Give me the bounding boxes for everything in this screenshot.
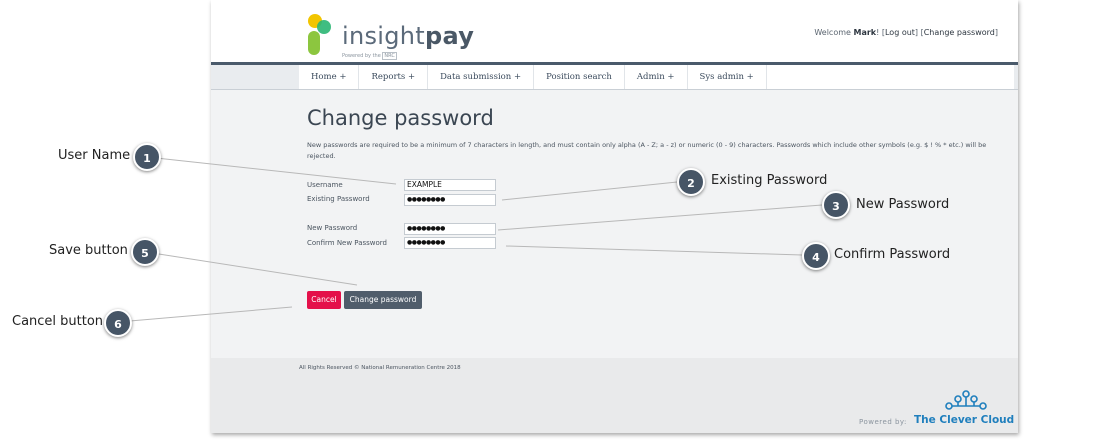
callout-label-new-password: New Password	[856, 197, 950, 212]
callout-label-existing-password: Existing Password	[711, 173, 828, 188]
callout-badge-1: 1	[133, 143, 161, 171]
callout-line-5	[145, 251, 358, 286]
callout-lines	[117, 156, 823, 323]
callout-line-2	[501, 181, 678, 201]
callout-badge-4: 4	[802, 242, 830, 270]
callout-label-user-name: User Name	[58, 148, 131, 163]
callout-badge-5: 5	[131, 238, 159, 266]
callout-badge-6: 6	[104, 309, 132, 337]
callout-label-save-button: Save button	[49, 243, 128, 258]
callout-line-6	[117, 306, 293, 323]
callout-line-3	[497, 204, 823, 231]
callout-badge-3: 3	[822, 191, 850, 219]
callout-label-cancel-button: Cancel button	[12, 314, 104, 329]
callout-badge-2: 2	[677, 168, 705, 196]
callout-line-1	[146, 156, 397, 185]
callout-line-4	[505, 245, 803, 256]
callout-label-confirm-password: Confirm Password	[834, 247, 951, 262]
